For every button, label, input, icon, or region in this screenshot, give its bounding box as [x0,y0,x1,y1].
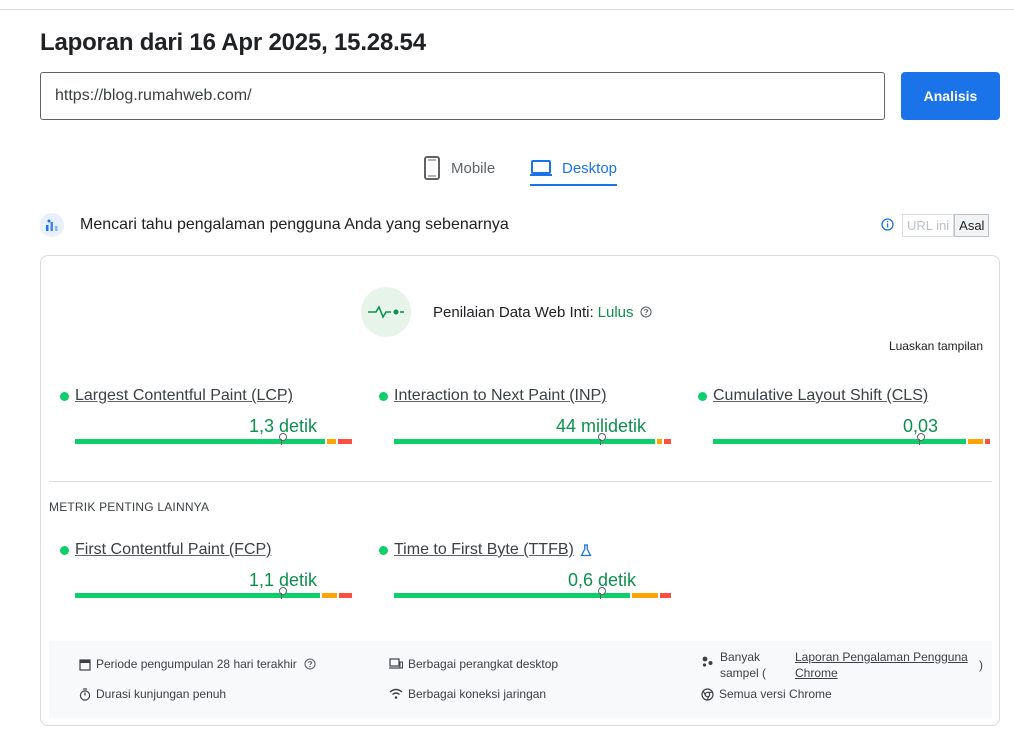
bar-good-segment [394,593,630,598]
bar-needs-improvement-segment [327,439,336,444]
chrome-icon [701,687,714,701]
collection-period: Periode pengumpulan 28 hari terakhir [79,657,321,671]
stopwatch-icon [79,687,91,701]
crux-logo-icon [40,213,64,237]
network-type-text: Berbagai koneksi jaringan [408,687,547,701]
sample-dots-icon [702,656,713,667]
field-data-title: Mencari tahu pengalaman pengguna Anda ya… [80,216,509,233]
info-icon[interactable] [881,218,894,236]
tab-mobile-label: Mobile [451,159,496,177]
calendar-icon [79,658,91,671]
status-good-dot [698,391,707,401]
crux-report-link[interactable]: Laporan Pengalaman Pengguna Chrome [795,650,968,680]
visit-duration-text: Durasi kunjungan penuh [96,687,227,701]
cwv-label: Penilaian Data Web Inti: [433,303,594,321]
device-type-text: Berbagai perangkat desktop [408,657,559,671]
visit-duration: Durasi kunjungan penuh [79,687,226,701]
percentile-marker [598,587,606,599]
card-divider [49,481,992,482]
metric-name[interactable]: Largest Contentful Paint (LCP) [75,387,293,405]
distribution-bar [394,433,671,445]
url-only-button[interactable]: URL ini [902,214,955,237]
tab-desktop[interactable]: Desktop [530,150,618,186]
status-good-dot [379,391,388,401]
help-icon[interactable] [304,658,316,670]
samples-suffix: ) [979,658,983,672]
percentile-marker [917,433,925,445]
percentile-marker [279,587,287,599]
network-type: Berbagai koneksi jaringan [389,687,546,701]
top-divider [0,9,1014,10]
bar-needs-improvement-segment [968,439,983,444]
help-icon[interactable] [639,306,652,318]
experimental-beaker-icon [580,543,592,557]
cwv-status: Lulus [597,303,634,321]
bar-good-segment [394,439,655,444]
metric-name[interactable]: Time to First Byte (TTFB) [394,541,574,559]
tab-mobile[interactable]: Mobile [423,150,495,186]
bar-good-segment [713,439,966,444]
collection-period-text: Periode pengumpulan 28 hari terakhir [96,657,297,671]
metric-name[interactable]: Interaction to Next Paint (INP) [394,387,607,405]
wifi-icon [389,688,403,699]
devices-icon [389,658,403,669]
origin-button[interactable]: Asal [954,214,990,237]
field-data-header: Mencari tahu pengalaman pengguna Anda ya… [40,212,1000,238]
status-good-dot [379,545,388,555]
bar-poor-segment [339,593,352,598]
status-good-dot [60,391,69,401]
expand-view-link[interactable]: Luaskan tampilan [889,339,983,353]
device-type: Berbagai perangkat desktop [389,657,558,671]
metric-ttfb: Time to First Byte (TTFB) 0,6 detik [378,540,671,599]
samples-prefix: Banyak sampel ( [720,650,767,680]
distribution-bar [394,587,671,599]
status-good-dot [60,545,69,555]
other-metrics-heading: METRIK PENTING LAINNYA [49,500,210,514]
chrome-versions: Semua versi Chrome [701,687,832,701]
distribution-bar [713,433,990,445]
bar-poor-segment [660,593,671,598]
bar-needs-improvement-segment [632,593,658,598]
field-data-card: Penilaian Data Web Inti: Lulus Luaskan t… [40,255,1000,726]
metric-lcp: Largest Contentful Paint (LCP) 1,3 detik [59,386,352,445]
laptop-icon [530,160,552,176]
metric-name[interactable]: First Contentful Paint (FCP) [75,541,272,559]
url-input[interactable] [40,72,885,120]
metric-name[interactable]: Cumulative Layout Shift (CLS) [713,387,928,405]
bar-poor-segment [338,439,352,444]
cwv-assessment: Penilaian Data Web Inti: Lulus [361,287,652,337]
report-title: Laporan dari 16 Apr 2025, 15.28.54 [40,29,426,56]
bar-needs-improvement-segment [322,593,337,598]
metric-fcp: First Contentful Paint (FCP) 1,1 detik [59,540,352,599]
analyze-button[interactable]: Analisis [901,72,1000,120]
pulse-icon [361,287,411,337]
samples-source-link-wrap: Laporan Pengalaman Pengguna Chrome [795,649,979,681]
tab-desktop-label: Desktop [562,159,618,177]
metric-cls: Cumulative Layout Shift (CLS) 0,03 [697,386,990,445]
bar-needs-improvement-segment [657,439,662,444]
collection-info-footer: Periode pengumpulan 28 hari terakhir Dur… [49,641,992,718]
bar-good-segment [75,439,325,444]
bar-poor-segment [664,439,671,444]
chrome-versions-text: Semua versi Chrome [719,687,832,701]
bar-poor-segment [985,439,990,444]
distribution-bar [75,433,352,445]
percentile-marker [598,433,606,445]
url-origin-toggle: URL ini Asal [902,214,990,237]
metric-inp: Interaction to Next Paint (INP) 44 milid… [378,386,671,445]
percentile-marker [279,433,287,445]
distribution-bar [75,587,352,599]
smartphone-icon [424,156,440,180]
